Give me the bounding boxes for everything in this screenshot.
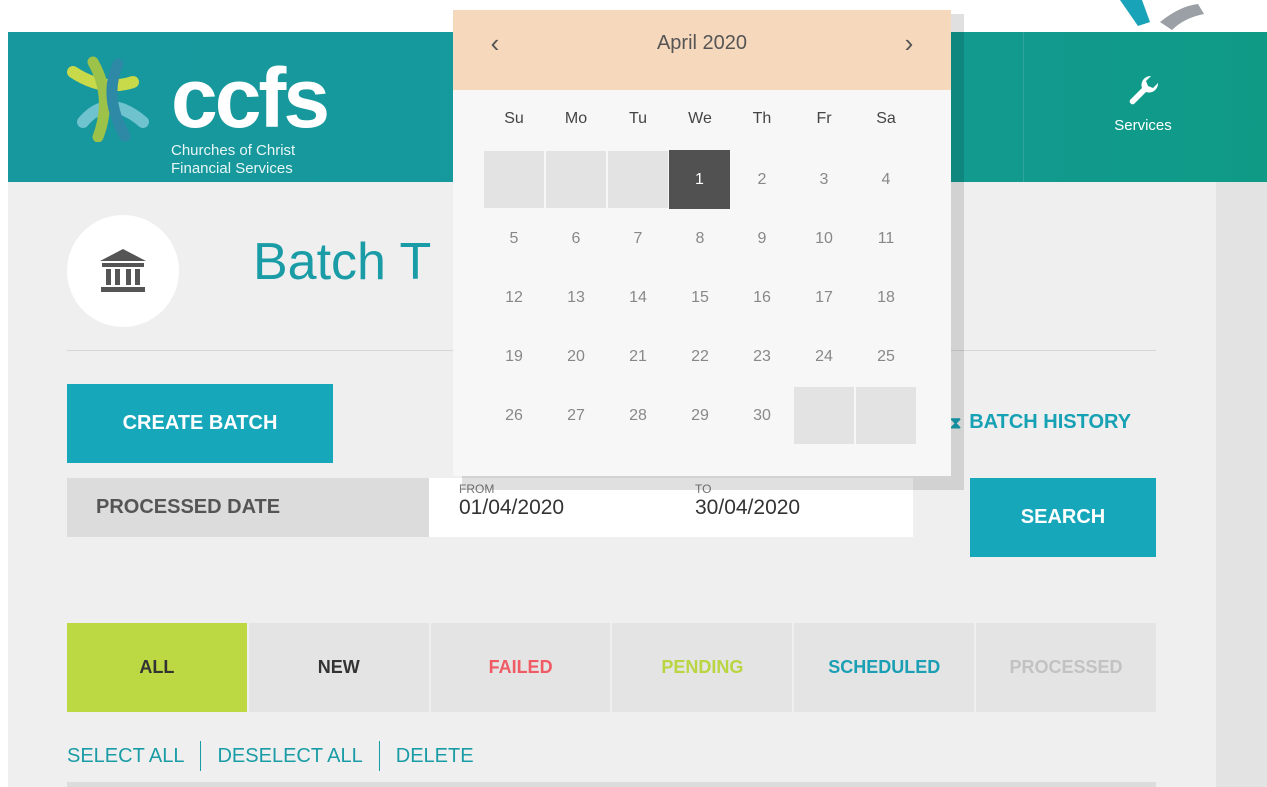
batch-history-label: BATCH HISTORY (969, 411, 1132, 433)
weekday-label: Tu (628, 110, 648, 127)
logo-subtitle-line1: Churches of Christ (171, 142, 296, 159)
day-cell[interactable]: 26 (483, 386, 545, 445)
day-cell-empty (794, 387, 854, 444)
day-cell[interactable]: 23 (731, 327, 793, 386)
search-button[interactable]: SEARCH (970, 478, 1156, 557)
next-month-button[interactable]: › (889, 28, 929, 59)
day-cell[interactable]: 7 (607, 209, 669, 268)
day-cell-empty (546, 151, 606, 208)
day-cell[interactable]: 5 (483, 209, 545, 268)
table-header-strip (67, 782, 1156, 787)
day-cell[interactable]: 15 (669, 268, 731, 327)
deselect-all-link[interactable]: DESELECT ALL (217, 745, 362, 768)
select-all-link[interactable]: SELECT ALL (67, 745, 184, 768)
day-cell[interactable]: 3 (793, 150, 855, 209)
day-cell[interactable]: 24 (793, 327, 855, 386)
tab-pending[interactable]: PENDING (612, 623, 795, 712)
header-divider (1023, 32, 1024, 182)
status-tabs: ALL NEW FAILED PENDING SCHEDULED PROCESSED (67, 623, 1156, 712)
delete-link[interactable]: DELETE (396, 745, 474, 768)
tab-new[interactable]: NEW (248, 623, 431, 712)
day-cell[interactable]: 17 (793, 268, 855, 327)
day-cell[interactable]: 27 (545, 386, 607, 445)
day-cell[interactable]: 14 (607, 268, 669, 327)
from-date-value: 01/04/2020 (459, 496, 565, 519)
day-cell-empty (484, 151, 544, 208)
tab-scheduled[interactable]: SCHEDULED (794, 623, 977, 712)
day-cell[interactable]: 2 (731, 150, 793, 209)
weekday-header-row: Su Mo Tu We Th Fr Sa (483, 110, 917, 128)
day-cell[interactable]: 11 (855, 209, 917, 268)
tab-failed[interactable]: FAILED (430, 623, 613, 712)
day-cell[interactable]: 10 (793, 209, 855, 268)
bank-icon (100, 249, 146, 292)
wrench-icon (1129, 75, 1159, 105)
day-cell[interactable]: 18 (855, 268, 917, 327)
day-cell[interactable]: 16 (731, 268, 793, 327)
day-cell-empty (608, 151, 668, 208)
day-cell[interactable]: 13 (545, 268, 607, 327)
weekday-label: Th (752, 110, 772, 127)
logo-subtitle-line2: Financial Services (171, 160, 293, 177)
day-cell[interactable]: 22 (669, 327, 731, 386)
datepicker-month-label: April 2020 (656, 32, 748, 54)
day-cell[interactable]: 12 (483, 268, 545, 327)
day-cell[interactable]: 20 (545, 327, 607, 386)
logo-mark-icon (67, 56, 149, 142)
weekday-label: Fr (816, 110, 832, 127)
tab-all[interactable]: ALL (67, 623, 249, 712)
weekday-label: Sa (876, 110, 896, 127)
day-cell[interactable]: 4 (855, 150, 917, 209)
datepicker-day-grid: 1 2 3 4 5 6 7 8 9 10 11 12 13 14 15 16 17 18 19 20 21 22 23 24 2… (483, 150, 917, 445)
day-cell[interactable]: 8 (669, 209, 731, 268)
day-cell[interactable]: 9 (731, 209, 793, 268)
to-date-value: 30/04/2020 (695, 496, 801, 519)
day-cell[interactable]: 19 (483, 327, 545, 386)
datepicker-popup: ‹ April 2020 › Su Mo Tu We Th Fr Sa 1234567891… (453, 10, 951, 476)
bank-icon-badge (67, 215, 179, 327)
action-separator (378, 741, 380, 771)
bulk-actions: SELECT ALL DESELECT ALL DELETE (67, 741, 474, 771)
ccfs-logo[interactable]: ccfs Churches of Christ Financial Servic… (63, 44, 333, 177)
day-cell-empty (856, 387, 916, 444)
logo-subtitle: Churches of Christ Financial Services (171, 142, 295, 178)
services-label: Services (1114, 117, 1172, 134)
weekday-label: Su (504, 110, 524, 127)
day-cell-selected[interactable]: 1 (669, 150, 730, 209)
day-cell[interactable]: 30 (731, 386, 793, 445)
processed-date-label: PROCESSED DATE (67, 478, 429, 537)
logo-wordmark: ccfs (171, 51, 330, 145)
day-cell[interactable]: 6 (545, 209, 607, 268)
day-cell[interactable]: 29 (669, 386, 731, 445)
datepicker-header: ‹ April 2020 › (453, 10, 951, 90)
action-separator (200, 741, 202, 771)
weekday-label: We (688, 110, 712, 127)
page-title: Batch T (253, 233, 432, 291)
weekday-label: Mo (564, 110, 588, 127)
batch-history-link[interactable]: ⧗ BATCH HISTORY (950, 411, 1131, 434)
day-cell[interactable]: 25 (855, 327, 917, 386)
services-nav-item[interactable]: Services (1098, 72, 1188, 134)
tab-processed[interactable]: PROCESSED (976, 623, 1156, 712)
scrollbar-track[interactable] (1216, 182, 1267, 787)
day-cell[interactable]: 28 (607, 386, 669, 445)
day-cell[interactable]: 21 (607, 327, 669, 386)
create-batch-button[interactable]: CREATE BATCH (67, 384, 333, 463)
